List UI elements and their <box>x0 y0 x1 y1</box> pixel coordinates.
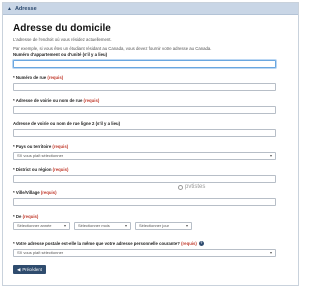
intro-text-1: L'adresse de l'endroit où vous résidez a… <box>13 37 112 42</box>
street-line2-input[interactable] <box>13 129 276 137</box>
street-line2-field-group: Adresse de voirie ou nom de rue ligne 2 … <box>13 121 276 137</box>
mailing-same-label: * Votre adresse postale est-elle la même… <box>13 241 204 247</box>
chevron-down-icon: ▾ <box>269 250 272 256</box>
intro-text-2: Par exemple, si vous êtes un étudiant ré… <box>13 45 212 51</box>
street-line2-label: Adresse de voirie ou nom de rue ligne 2 … <box>13 121 121 126</box>
street-line1-field-group: * Adresse de voirie ou nom de rue (requi… <box>13 98 276 114</box>
chevron-down-icon: ▾ <box>185 223 188 228</box>
district-field-group: * District ou région (requis) <box>13 167 276 183</box>
watermark: pvtistes <box>178 184 205 190</box>
watermark-logo-icon <box>178 184 183 190</box>
street-number-label: * Numéro de rue (requis) <box>13 75 64 80</box>
country-select[interactable]: S'il vous plaît sélectionner ▾ <box>13 152 276 160</box>
apartment-input[interactable] <box>13 60 276 68</box>
collapse-arrow-icon[interactable]: ▲ <box>7 6 12 12</box>
chevron-down-icon: ▾ <box>63 223 66 228</box>
dob-label: * De (requis) <box>13 214 39 219</box>
street-number-field-group: * Numéro de rue (requis) <box>13 75 276 91</box>
panel-header-label: Adresse <box>14 5 37 12</box>
apartment-label: Numéro d'appartement ou d'unité (s'il y … <box>13 52 108 57</box>
district-label: * District ou région (requis) <box>13 167 69 172</box>
year-select[interactable]: Sélectionner année ▾ <box>13 222 70 230</box>
chevron-down-icon: ▾ <box>269 153 272 158</box>
mailing-same-select[interactable]: S'il vous plaît sélectionner ▾ <box>13 249 276 258</box>
city-label: * Ville/Village (requis) <box>13 190 57 195</box>
city-field-group: * Ville/Village (requis) <box>13 190 276 206</box>
country-label: * Pays ou territoire (requis) <box>13 144 69 149</box>
month-select[interactable]: Sélectionner mois ▾ <box>74 222 131 230</box>
city-input[interactable] <box>13 198 276 206</box>
mailing-same-field-group: * Votre adresse postale est-elle la même… <box>13 241 276 258</box>
street-line1-input[interactable] <box>13 106 276 114</box>
day-select[interactable]: Sélectionner jour ▾ <box>135 222 192 230</box>
page-title: Adresse du domicile <box>13 23 111 34</box>
chevron-down-icon: ▾ <box>124 223 127 228</box>
help-icon[interactable]: ? <box>198 241 204 247</box>
arrow-left-icon: ◀ <box>17 266 21 272</box>
previous-button[interactable]: ◀ Précédent <box>13 265 46 274</box>
dob-field-group: * De (requis) Sélectionner année ▾ Sélect… <box>13 214 276 230</box>
street-line1-label: * Adresse de voirie ou nom de rue (requi… <box>13 98 100 103</box>
country-field-group: * Pays ou territoire (requis) S'il vous … <box>13 144 276 160</box>
street-number-input[interactable] <box>13 83 276 91</box>
district-input[interactable] <box>13 175 276 183</box>
apartment-field-group: Numéro d'appartement ou d'unité (s'il y … <box>13 52 276 68</box>
